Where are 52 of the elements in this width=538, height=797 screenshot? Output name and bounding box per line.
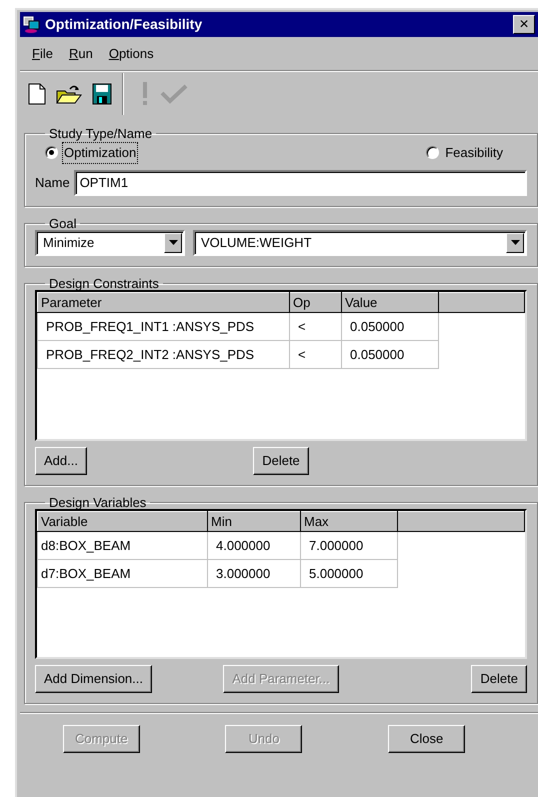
floppy-disk-icon[interactable] <box>90 81 114 107</box>
column-header[interactable]: Op <box>290 292 342 312</box>
caret-icon <box>510 240 520 245</box>
table-cell: 0.050000 <box>342 312 438 340</box>
dropdown-button[interactable] <box>164 232 182 252</box>
radio-button[interactable] <box>426 146 440 160</box>
column-header[interactable]: Max <box>300 511 398 532</box>
table-cell: 7.000000 <box>300 532 398 560</box>
table-cell: PROB_FREQ1_INT1 :ANSYS_PDS <box>38 312 290 340</box>
dropdown-button[interactable] <box>506 232 524 252</box>
table-cell: 4.000000 <box>208 532 300 560</box>
table-cell: 3.000000 <box>208 560 300 588</box>
push-button[interactable]: Close <box>388 725 466 753</box>
group-title: Study Type/Name <box>48 127 154 140</box>
push-button[interactable]: Add... <box>35 446 87 474</box>
dropdown[interactable]: Minimize <box>35 230 185 256</box>
column-header[interactable]: Value <box>342 292 438 312</box>
dropdown-value: VOLUME:WEIGHT <box>201 234 312 252</box>
app-icon <box>23 16 41 34</box>
column-header[interactable]: Parameter <box>38 292 290 312</box>
menu-item[interactable]: Run <box>62 42 99 66</box>
name-field[interactable]: OPTIM1 <box>74 170 527 196</box>
push-button: Undo <box>225 725 302 753</box>
push-button: Compute <box>62 725 140 753</box>
radio-button[interactable] <box>45 146 58 160</box>
push-button: Add Parameter... <box>223 664 339 692</box>
dropdown[interactable]: VOLUME:WEIGHT <box>193 230 527 256</box>
push-button[interactable]: Add Dimension... <box>35 664 152 692</box>
group-title: Design Variables <box>48 496 148 508</box>
column-header[interactable]: Min <box>208 511 300 532</box>
menu-item[interactable]: Options <box>102 42 160 66</box>
caret-icon <box>168 240 178 245</box>
close-button[interactable]: × <box>513 15 535 34</box>
table-cell: < <box>290 312 342 340</box>
group-title: Goal <box>48 216 78 230</box>
table-cell: d7:BOX_BEAM <box>38 560 208 588</box>
push-button[interactable]: Delete <box>253 446 309 474</box>
new-document-icon[interactable] <box>26 81 48 107</box>
table-cell: 0.050000 <box>342 340 438 368</box>
field-label: Name <box>35 174 70 192</box>
table-cell: d8:BOX_BEAM <box>38 532 208 560</box>
radio-label: Feasibility <box>444 144 504 162</box>
window-title: Optimization/Feasibility <box>45 15 202 34</box>
radio-label: Optimization <box>62 142 138 164</box>
dropdown-value: Minimize <box>43 234 94 252</box>
table-cell: PROB_FREQ2_INT2 :ANSYS_PDS <box>38 340 290 368</box>
menu-item[interactable]: File <box>26 42 59 66</box>
push-button[interactable]: Delete <box>471 664 527 692</box>
table-cell: 5.000000 <box>300 560 398 588</box>
column-header[interactable]: Variable <box>38 511 208 532</box>
table-cell: < <box>290 340 342 368</box>
group-title: Design Constraints <box>48 276 160 290</box>
